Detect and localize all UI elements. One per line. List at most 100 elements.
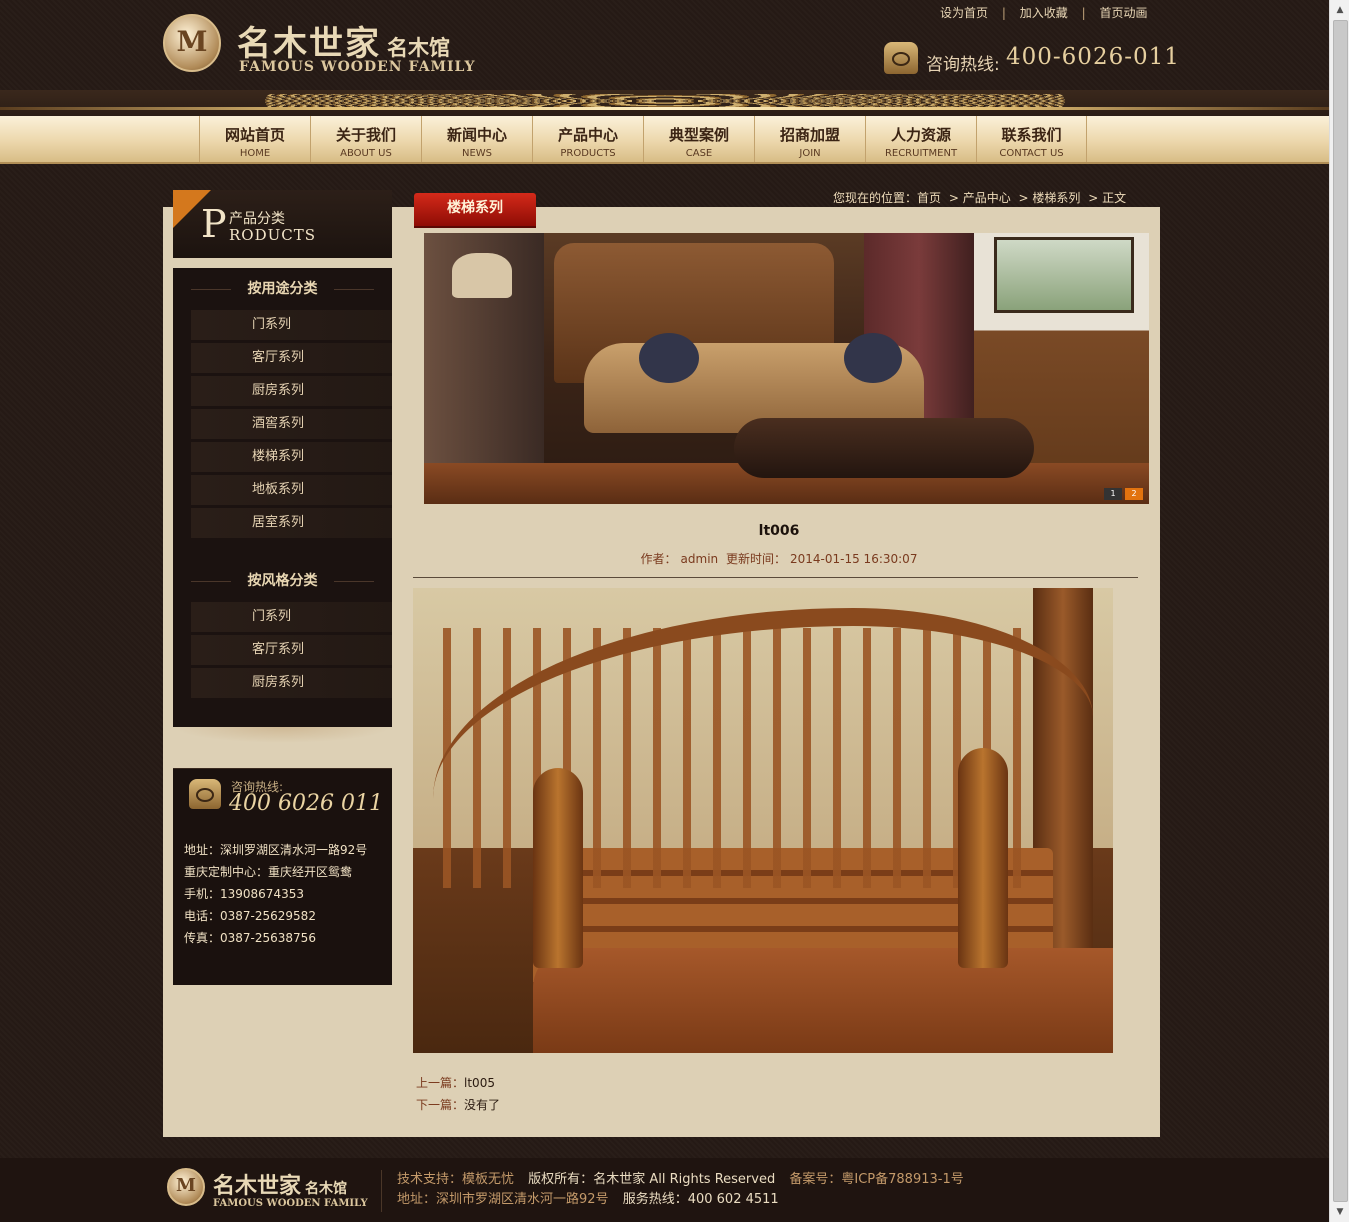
photo-newel-right (958, 748, 1008, 968)
top-link-separator: | (1001, 6, 1006, 20)
footer-divider (381, 1170, 382, 1212)
add-favorite-link[interactable]: 加入收藏 (1020, 6, 1068, 20)
category-item[interactable]: 厨房系列 (191, 376, 392, 406)
nav-item-join[interactable]: 招商加盟 JOIN (754, 116, 865, 162)
main-nav: 网站首页 HOME 关于我们 ABOUT US 新闻中心 NEWS 产品中心 PRODU… (0, 116, 1329, 164)
sidebar-header-letter: P (201, 202, 227, 246)
updated-time: 2014-01-15 16:30:07 (790, 552, 918, 566)
sidebar-header-en: RODUCTS (229, 226, 317, 244)
next-article: 下一篇：没有了 (416, 1098, 501, 1112)
sidebar-header-cn: 产品分类 (229, 211, 285, 227)
footer-logo-seal-icon: M (167, 1168, 205, 1206)
contact-mobile: 手机：13908674353 (184, 887, 304, 901)
footer-logo-cn: 名木世家 名木馆 (213, 1173, 348, 1199)
category-group-title: 按风格分类 (173, 560, 392, 602)
category-item[interactable]: 客厅系列 (191, 343, 392, 373)
banner-dot-active[interactable]: 2 (1125, 488, 1143, 500)
banner-dot[interactable]: 1 (1104, 488, 1122, 500)
author: admin (680, 552, 719, 566)
breadcrumb: 您现在的位置：首页 > 产品中心 > 楼梯系列 > 正文 (833, 189, 1130, 206)
logo-chinese-name: 名木世家 名木馆 (237, 24, 450, 64)
site-logo[interactable]: M 名木世家 名木馆 FAMOUS WOODEN FAMILY (163, 14, 493, 78)
category-item[interactable]: 客厅系列 (191, 635, 392, 665)
article-meta: 作者： admin 更新时间： 2014-01-15 16:30:07 (413, 550, 1145, 567)
ornament-decoration (265, 94, 1065, 108)
product-banner-image: 1 2 (424, 233, 1149, 504)
nav-item-case[interactable]: 典型案例 CASE (643, 116, 754, 162)
icp-number[interactable]: 粤ICP备788913-1号 (841, 1172, 963, 1187)
prev-article[interactable]: 上一篇：lt005 (416, 1072, 500, 1094)
vertical-scrollbar[interactable]: ▲ ▼ (1329, 0, 1349, 1222)
footer-info: 技术支持：模板无忧 版权所有：名木世家 All Rights Reserved … (397, 1172, 964, 1207)
article-navigation: 上一篇：lt005 下一篇：没有了 (416, 1072, 500, 1116)
tech-support-link[interactable]: 模板无忧 (462, 1172, 514, 1187)
photo-newel-left (533, 768, 583, 968)
updated-label: 更新时间： (725, 552, 786, 566)
contact-details: 地址：深圳罗湖区清水河一路92号 重庆定制中心：重庆经开区鸳鸯 手机：13908… (184, 839, 367, 949)
author-label: 作者： (640, 552, 677, 566)
telephone-icon (884, 42, 918, 74)
hotline-number: 400-6026-011 (1006, 44, 1180, 70)
product-category-sidebar: P 产品分类 RODUCTS 按用途分类 门系列 客厅系列 厨房系列 酒窖系列 … (173, 190, 392, 743)
banner-pillow (844, 333, 902, 383)
top-link-separator: | (1081, 6, 1086, 20)
service-hotline: 400 602 4511 (687, 1192, 779, 1207)
nav-item-recruitment[interactable]: 人力资源 RECRUITMENT (865, 116, 976, 162)
banner-lamp (452, 253, 512, 298)
category-item[interactable]: 酒窖系列 (191, 409, 392, 439)
nav-items: 网站首页 HOME 关于我们 ABOUT US 新闻中心 NEWS 产品中心 PRODU… (199, 116, 1087, 162)
category-list-usage: 门系列 客厅系列 厨房系列 酒窖系列 楼梯系列 地板系列 居室系列 (173, 310, 392, 538)
contact-fax: 传真：0387-25638756 (184, 931, 316, 945)
nav-item-home[interactable]: 网站首页 HOME (199, 116, 310, 162)
nav-item-about[interactable]: 关于我们 ABOUT US (310, 116, 421, 162)
scroll-down-arrow-icon[interactable]: ▼ (1332, 1204, 1348, 1220)
hotline-label: 咨询热线: (926, 55, 1000, 75)
nav-item-contact[interactable]: 联系我们 CONTACT US (976, 116, 1087, 162)
telephone-icon (189, 779, 221, 809)
sidebar-shadow (173, 727, 392, 743)
contact-address: 地址：深圳罗湖区清水河一路92号 (184, 843, 368, 857)
category-item[interactable]: 楼梯系列 (191, 442, 392, 472)
logo-english-name: FAMOUS WOODEN FAMILY (239, 59, 476, 75)
logo-seal-icon: M (163, 14, 221, 72)
category-item[interactable]: 厨房系列 (191, 668, 392, 698)
sidebar-body: 按用途分类 门系列 客厅系列 厨房系列 酒窖系列 楼梯系列 地板系列 居室系列 … (173, 268, 392, 727)
contact-hotline-number: 400 6026 011 (229, 791, 383, 816)
divider (413, 577, 1138, 578)
footer-logo: M 名木世家 名木馆 FAMOUS WOODEN FAMILY (167, 1168, 377, 1212)
nav-item-products[interactable]: 产品中心 PRODUCTS (532, 116, 643, 162)
category-item[interactable]: 地板系列 (191, 475, 392, 505)
category-item[interactable]: 门系列 (191, 310, 392, 340)
breadcrumb-products[interactable]: > 产品中心 (949, 191, 1011, 205)
breadcrumb-current: > 正文 (1088, 191, 1127, 205)
header-ornament (0, 90, 1329, 116)
category-list-style: 门系列 客厅系列 厨房系列 (173, 602, 392, 698)
banner-window (994, 237, 1134, 313)
product-photo (413, 588, 1113, 1053)
banner-table (734, 418, 1034, 478)
top-links: 设为首页 | 加入收藏 | 首页动画 (940, 4, 1147, 21)
footer-logo-en: FAMOUS WOODEN FAMILY (213, 1198, 368, 1209)
category-group-title: 按用途分类 (173, 268, 392, 310)
sidebar-header: P 产品分类 RODUCTS (173, 190, 392, 258)
ornament-line (0, 107, 1329, 110)
banner-pagination: 1 2 (1104, 488, 1143, 500)
photo-landing (533, 948, 1113, 1053)
set-homepage-link[interactable]: 设为首页 (940, 6, 988, 20)
scroll-up-arrow-icon[interactable]: ▲ (1332, 2, 1348, 18)
footer: M 名木世家 名木馆 FAMOUS WOODEN FAMILY 技术支持：模板无忧… (0, 1158, 1329, 1222)
homepage-animation-link[interactable]: 首页动画 (1099, 6, 1147, 20)
contact-custom-center: 重庆定制中心：重庆经开区鸳鸯 (184, 865, 353, 879)
copyright: 名木世家 All Rights Reserved (593, 1172, 776, 1187)
footer-address: 深圳市罗湖区清水河一路92号 (436, 1192, 609, 1207)
contact-phone: 电话：0387-25629582 (184, 909, 316, 923)
breadcrumb-home[interactable]: 您现在的位置：首页 (833, 191, 941, 205)
scrollbar-thumb[interactable] (1333, 20, 1348, 1202)
breadcrumb-category[interactable]: > 楼梯系列 (1019, 191, 1081, 205)
nav-item-news[interactable]: 新闻中心 NEWS (421, 116, 532, 162)
category-item[interactable]: 门系列 (191, 602, 392, 632)
category-item[interactable]: 居室系列 (191, 508, 392, 538)
category-tab[interactable]: 楼梯系列 (414, 193, 536, 226)
sidebar-contact-box: 咨询热线: 400 6026 011 地址：深圳罗湖区清水河一路92号 重庆定制… (173, 768, 392, 985)
banner-pillow (639, 333, 699, 383)
